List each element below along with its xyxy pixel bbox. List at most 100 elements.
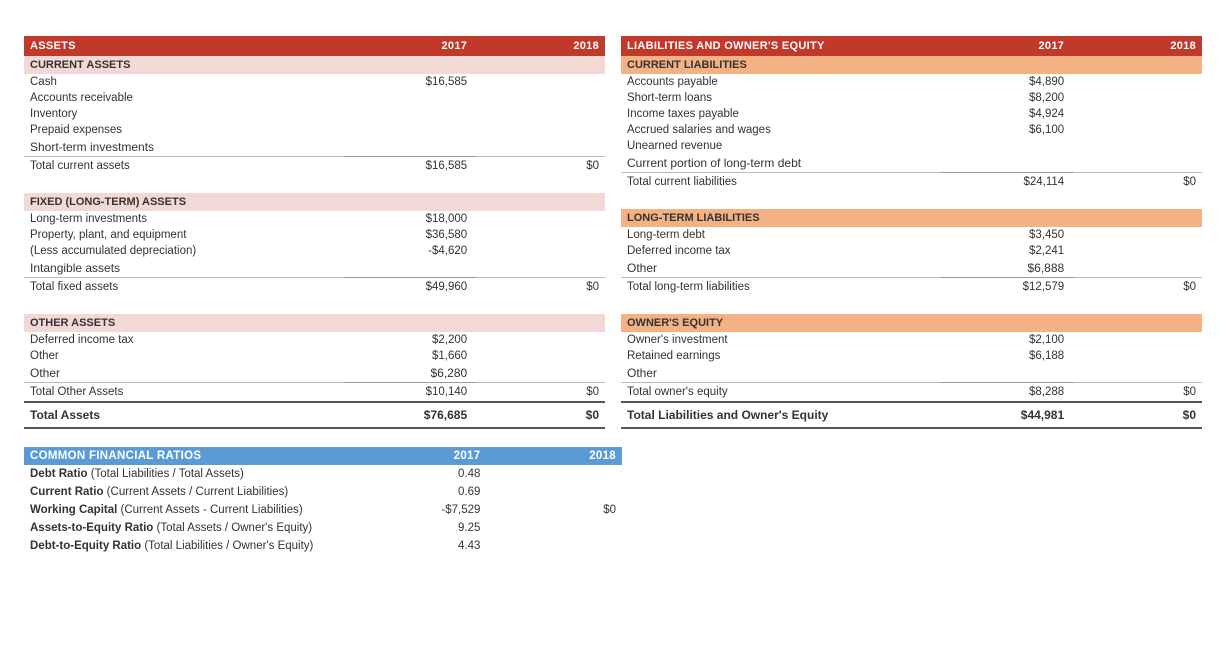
section-header-row: CURRENT ASSETS (24, 56, 605, 74)
row-label: Deferred income tax (24, 332, 344, 348)
ratio-row: Assets-to-Equity Ratio (Total Assets / O… (24, 519, 622, 537)
ratio-row: Debt-to-Equity Ratio (Total Liabilities … (24, 537, 622, 555)
table-row: Deferred income tax $2,241 (621, 243, 1202, 259)
row-val-2018 (477, 348, 605, 364)
spacer-row (621, 191, 1202, 209)
ratios-header-label: COMMON FINANCIAL RATIOS (24, 447, 353, 465)
section-header-row: OWNER'S EQUITY (621, 314, 1202, 332)
table-row: Short-term investments (24, 138, 605, 157)
row-val-2017 (344, 90, 478, 106)
table-row: Cash $16,585 (24, 74, 605, 90)
row-val-2017: $6,888 (941, 259, 1075, 278)
section-label: CURRENT ASSETS (24, 56, 605, 74)
grand-total-row: Total Liabilities and Owner's Equity $44… (621, 402, 1202, 428)
ratios-section: COMMON FINANCIAL RATIOS 2017 2018 Debt R… (24, 447, 622, 555)
row-label: Current portion of long-term debt (621, 154, 941, 173)
row-val-2018 (477, 90, 605, 106)
row-val-2017: $8,200 (941, 90, 1075, 106)
header-2018: 2018 (1074, 36, 1202, 56)
row-label: Retained earnings (621, 348, 941, 364)
table-row: Other $1,660 (24, 348, 605, 364)
row-label: Property, plant, and equipment (24, 227, 344, 243)
grand-total-val-2018: $0 (477, 402, 605, 428)
row-val-2017: $6,100 (941, 122, 1075, 138)
row-val-2018 (1074, 138, 1202, 154)
row-val-2018 (477, 74, 605, 90)
grand-total-val-2018: $0 (1074, 402, 1202, 428)
table-row: Long-term investments $18,000 (24, 211, 605, 227)
row-val-2018 (477, 227, 605, 243)
row-val-2017: $18,000 (344, 211, 478, 227)
row-val-2018 (1074, 90, 1202, 106)
row-label: Deferred income tax (621, 243, 941, 259)
ratio-val-2018 (490, 519, 622, 537)
row-label: Long-term investments (24, 211, 344, 227)
total-label: Total fixed assets (24, 278, 344, 297)
ratio-row: Working Capital (Current Assets - Curren… (24, 501, 622, 519)
row-label: Owner's investment (621, 332, 941, 348)
ratio-row: Debt Ratio (Total Liabilities / Total As… (24, 465, 622, 483)
ratio-val-2017: 4.43 (353, 537, 491, 555)
row-val-2018 (1074, 227, 1202, 243)
row-val-2017 (344, 106, 478, 122)
row-label: Prepaid expenses (24, 122, 344, 138)
total-val-2018: $0 (1074, 173, 1202, 192)
row-val-2018 (477, 122, 605, 138)
row-val-2017: $1,660 (344, 348, 478, 364)
header-label: ASSETS (24, 36, 344, 56)
ratio-val-2017: -$7,529 (353, 501, 491, 519)
row-val-2017: $2,241 (941, 243, 1075, 259)
row-label: Accounts payable (621, 74, 941, 90)
spacer-row (24, 175, 605, 193)
row-val-2017 (941, 364, 1075, 383)
section-header-row: FIXED (LONG-TERM) ASSETS (24, 193, 605, 211)
grand-total-label: Total Liabilities and Owner's Equity (621, 402, 941, 428)
row-label: Unearned revenue (621, 138, 941, 154)
row-label: Other (621, 364, 941, 383)
grand-total-label: Total Assets (24, 402, 344, 428)
row-val-2018 (1074, 106, 1202, 122)
row-val-2017: -$4,620 (344, 243, 478, 259)
row-val-2017 (344, 259, 478, 278)
row-label: Accounts receivable (24, 90, 344, 106)
total-val-2017: $10,140 (344, 383, 478, 403)
row-val-2017: $6,280 (344, 364, 478, 383)
table-row: Deferred income tax $2,200 (24, 332, 605, 348)
grand-total-val-2017: $76,685 (344, 402, 478, 428)
ratio-label: Current Ratio (Current Assets / Current … (24, 483, 353, 501)
table-row: Current portion of long-term debt (621, 154, 1202, 173)
table-row: Inventory (24, 106, 605, 122)
ratios-header-2018: 2018 (490, 447, 622, 465)
row-val-2018 (1074, 74, 1202, 90)
main-tables: ASSETS 2017 2018 CURRENT ASSETS Cash $16… (24, 36, 1202, 429)
row-val-2017 (941, 154, 1075, 173)
total-val-2017: $16,585 (344, 157, 478, 176)
liabilities-section: LIABILITIES AND OWNER'S EQUITY 2017 2018… (621, 36, 1202, 429)
row-val-2018 (477, 364, 605, 383)
total-val-2017: $8,288 (941, 383, 1075, 403)
row-val-2018 (477, 211, 605, 227)
total-val-2017: $24,114 (941, 173, 1075, 192)
row-val-2017 (344, 122, 478, 138)
row-label: Other (24, 348, 344, 364)
table-row: Other (621, 364, 1202, 383)
row-val-2018 (1074, 259, 1202, 278)
ratio-val-2018: $0 (490, 501, 622, 519)
ratios-header-2017: 2017 (353, 447, 491, 465)
section-label: CURRENT LIABILITIES (621, 56, 1202, 74)
row-label: Short-term loans (621, 90, 941, 106)
row-val-2017: $36,580 (344, 227, 478, 243)
total-val-2018: $0 (1074, 278, 1202, 297)
section-header-row: OTHER ASSETS (24, 314, 605, 332)
total-label: Total Other Assets (24, 383, 344, 403)
total-val-2018: $0 (1074, 383, 1202, 403)
table-row: Accrued salaries and wages $6,100 (621, 122, 1202, 138)
ratio-label: Working Capital (Current Assets - Curren… (24, 501, 353, 519)
header-2017: 2017 (941, 36, 1075, 56)
total-val-2018: $0 (477, 383, 605, 403)
row-val-2017 (344, 138, 478, 157)
ratio-label: Assets-to-Equity Ratio (Total Assets / O… (24, 519, 353, 537)
row-val-2018 (1074, 364, 1202, 383)
table-row: Income taxes payable $4,924 (621, 106, 1202, 122)
assets-section: ASSETS 2017 2018 CURRENT ASSETS Cash $16… (24, 36, 605, 429)
